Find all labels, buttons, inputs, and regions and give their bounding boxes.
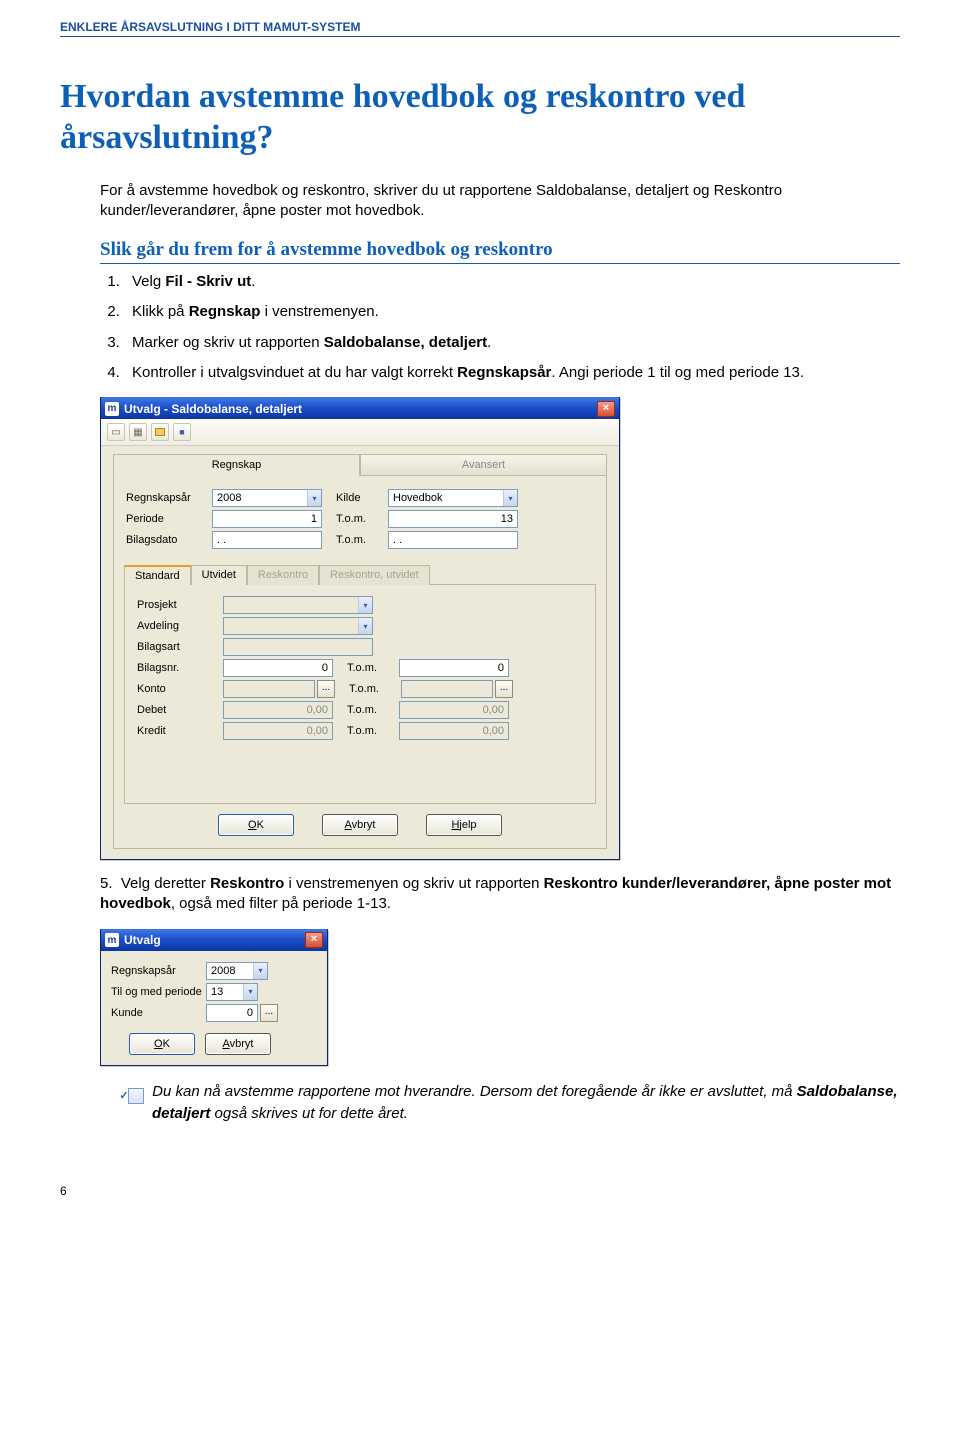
label-bilagsart: Bilagsart: [137, 641, 223, 653]
label-kunde: Kunde: [111, 1007, 206, 1019]
label-debet: Debet: [137, 704, 223, 716]
toolbar-new-icon[interactable]: [107, 423, 125, 441]
tab-avansert[interactable]: Avansert: [360, 454, 607, 476]
sub-tabs: Standard Utvidet Reskontro Reskontro, ut…: [114, 564, 606, 584]
label-bilagsdato: Bilagsdato: [126, 534, 212, 546]
input-kredit-tom[interactable]: 0,00: [399, 722, 509, 740]
ok-button[interactable]: OK: [129, 1033, 195, 1055]
step-2: Klikk på Regnskap i venstremenyen.: [124, 302, 900, 322]
subtab-utvidet[interactable]: Utvidet: [191, 565, 247, 585]
doc-header: ENKLERE ÅRSAVSLUTNING I DITT MAMUT-SYSTE…: [60, 20, 900, 37]
input-bilagsnr-tom[interactable]: 0: [399, 659, 509, 677]
label-tom-periode: T.o.m.: [336, 513, 388, 525]
label-avdeling: Avdeling: [137, 620, 223, 632]
label-kilde: Kilde: [336, 492, 388, 504]
input-bilagsart[interactable]: [223, 638, 373, 656]
konto-tom-browse-button[interactable]: ...: [495, 680, 513, 698]
label-periode: Periode: [126, 513, 212, 525]
input-periode[interactable]: 1: [212, 510, 322, 528]
input-konto-tom[interactable]: [401, 680, 493, 698]
toolbar: [101, 419, 619, 446]
combo-regnskapsar[interactable]: 2008▾: [206, 962, 268, 980]
label-prosjekt: Prosjekt: [137, 599, 223, 611]
combo-kilde[interactable]: Hovedbok▾: [388, 489, 518, 507]
note-paragraph: ✓ Du kan nå avstemme rapportene mot hver…: [128, 1082, 900, 1124]
step-5: 5. Velg deretter Reskontro i venstremeny…: [100, 874, 900, 915]
tab-regnskap[interactable]: Regnskap: [113, 454, 360, 476]
input-tom-periode[interactable]: 13: [388, 510, 518, 528]
chevron-down-icon: ▾: [307, 490, 321, 506]
titlebar: m Utvalg ×: [101, 929, 327, 951]
subtab-standard[interactable]: Standard: [124, 565, 191, 585]
step-1: Velg Fil - Skriv ut.: [124, 272, 900, 292]
label-konto-tom: T.o.m.: [349, 683, 401, 695]
close-icon[interactable]: ×: [597, 401, 615, 417]
input-tom-dato[interactable]: . .: [388, 531, 518, 549]
label-debet-tom: T.o.m.: [347, 704, 399, 716]
input-kredit[interactable]: 0,00: [223, 722, 333, 740]
section-heading: Slik går du frem for å avstemme hovedbok…: [100, 239, 900, 264]
window-title: Utvalg: [124, 933, 305, 947]
label-tom-periode: Til og med periode: [111, 986, 206, 998]
input-konto[interactable]: [223, 680, 315, 698]
cancel-button[interactable]: Avbryt: [322, 814, 398, 836]
chevron-down-icon: ▾: [358, 597, 372, 613]
subtab-reskontro-utvidet: Reskontro, utvidet: [319, 565, 430, 585]
check-icon: ✓: [128, 1088, 144, 1104]
kunde-browse-button[interactable]: ...: [260, 1004, 278, 1022]
chevron-down-icon: ▾: [358, 618, 372, 634]
input-bilagsdato[interactable]: . .: [212, 531, 322, 549]
label-bilagsnr-tom: T.o.m.: [347, 662, 399, 674]
app-icon: m: [105, 933, 119, 947]
combo-tom-periode[interactable]: 13▾: [206, 983, 258, 1001]
close-icon[interactable]: ×: [305, 932, 323, 948]
toolbar-list-icon[interactable]: [129, 423, 147, 441]
toolbar-open-icon[interactable]: [151, 423, 169, 441]
app-icon: m: [105, 402, 119, 416]
chevron-down-icon: ▾: [243, 984, 257, 1000]
titlebar: m Utvalg - Saldobalanse, detaljert ×: [101, 397, 619, 419]
dialog-utvalg: m Utvalg × Regnskapsår 2008▾ Til og med …: [100, 929, 328, 1066]
input-bilagsnr[interactable]: 0: [223, 659, 333, 677]
cancel-button[interactable]: Avbryt: [205, 1033, 271, 1055]
page-title: Hvordan avstemme hovedbok og reskontro v…: [60, 77, 900, 159]
input-kunde[interactable]: 0: [206, 1004, 258, 1022]
label-kredit: Kredit: [137, 725, 223, 737]
steps-list: Velg Fil - Skriv ut. Klikk på Regnskap i…: [100, 272, 900, 383]
input-debet[interactable]: 0,00: [223, 701, 333, 719]
subtab-reskontro: Reskontro: [247, 565, 319, 585]
help-button[interactable]: Hjelp: [426, 814, 502, 836]
label-regnskapsar: Regnskapsår: [126, 492, 212, 504]
main-tabs: Regnskap Avansert: [113, 454, 607, 476]
konto-browse-button[interactable]: ...: [317, 680, 335, 698]
combo-prosjekt[interactable]: ▾: [223, 596, 373, 614]
step-4: Kontroller i utvalgsvinduet at du har va…: [124, 363, 900, 383]
chevron-down-icon: ▾: [253, 963, 267, 979]
toolbar-save-icon[interactable]: [173, 423, 191, 441]
label-tom-dato: T.o.m.: [336, 534, 388, 546]
label-konto: Konto: [137, 683, 223, 695]
ok-button[interactable]: OK: [218, 814, 294, 836]
page-number: 6: [60, 1184, 900, 1198]
label-bilagsnr: Bilagsnr.: [137, 662, 223, 674]
intro-paragraph: For å avstemme hovedbok og reskontro, sk…: [100, 181, 900, 222]
label-kredit-tom: T.o.m.: [347, 725, 399, 737]
step-3: Marker og skriv ut rapporten Saldobalans…: [124, 333, 900, 353]
input-debet-tom[interactable]: 0,00: [399, 701, 509, 719]
label-regnskapsar: Regnskapsår: [111, 965, 206, 977]
chevron-down-icon: ▾: [503, 490, 517, 506]
window-title: Utvalg - Saldobalanse, detaljert: [124, 402, 597, 416]
combo-regnskapsar[interactable]: 2008▾: [212, 489, 322, 507]
dialog-utvalg-saldobalanse: m Utvalg - Saldobalanse, detaljert × Reg…: [100, 397, 620, 860]
combo-avdeling[interactable]: ▾: [223, 617, 373, 635]
